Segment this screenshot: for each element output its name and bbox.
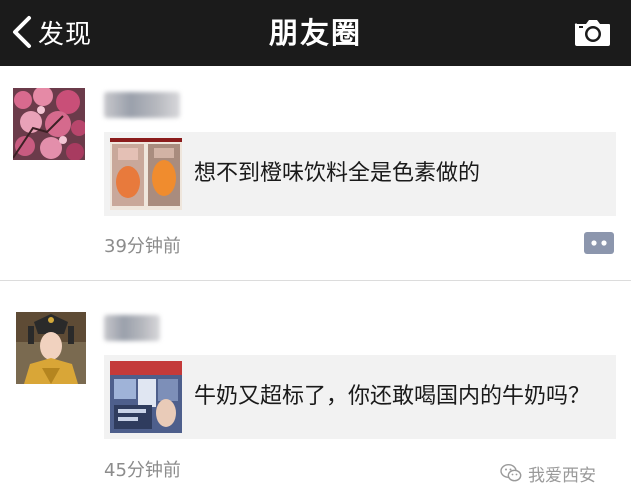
comment-icon[interactable] xyxy=(584,232,614,254)
shared-link-card[interactable]: 牛奶又超标了，你还敢喝国内的牛奶吗？ xyxy=(104,355,616,439)
article-thumbnail xyxy=(110,138,182,210)
wechat-icon xyxy=(500,463,522,482)
shared-link-title: 牛奶又超标了，你还敢喝国内的牛奶吗？ xyxy=(194,384,591,409)
moments-post: 想不到橙味饮料全是色素做的 39分钟前 xyxy=(0,66,631,280)
shared-link-card[interactable]: 想不到橙味饮料全是色素做的 xyxy=(104,132,616,216)
post-time: 39分钟前 xyxy=(104,236,181,257)
watermark: 我爱西安 xyxy=(500,460,596,486)
orange-drink-photo-icon xyxy=(110,138,182,210)
post-time: 45分钟前 xyxy=(104,460,181,481)
shared-link-title: 想不到橙味饮料全是色素做的 xyxy=(194,161,481,186)
username-blurred[interactable] xyxy=(104,92,180,118)
username-blurred[interactable] xyxy=(104,315,160,341)
article-thumbnail xyxy=(110,361,182,433)
page-title: 朋友圈 xyxy=(268,16,362,50)
avatar[interactable] xyxy=(13,88,85,160)
navigation-bar: 发现 朋友圈 xyxy=(0,0,631,66)
milk-news-photo-icon xyxy=(110,361,182,433)
camera-icon[interactable] xyxy=(574,16,612,48)
avatar[interactable] xyxy=(16,312,86,384)
blossom-photo-icon xyxy=(13,88,85,160)
watermark-text: 我爱西安 xyxy=(528,465,596,486)
portrait-photo-icon xyxy=(16,312,86,384)
